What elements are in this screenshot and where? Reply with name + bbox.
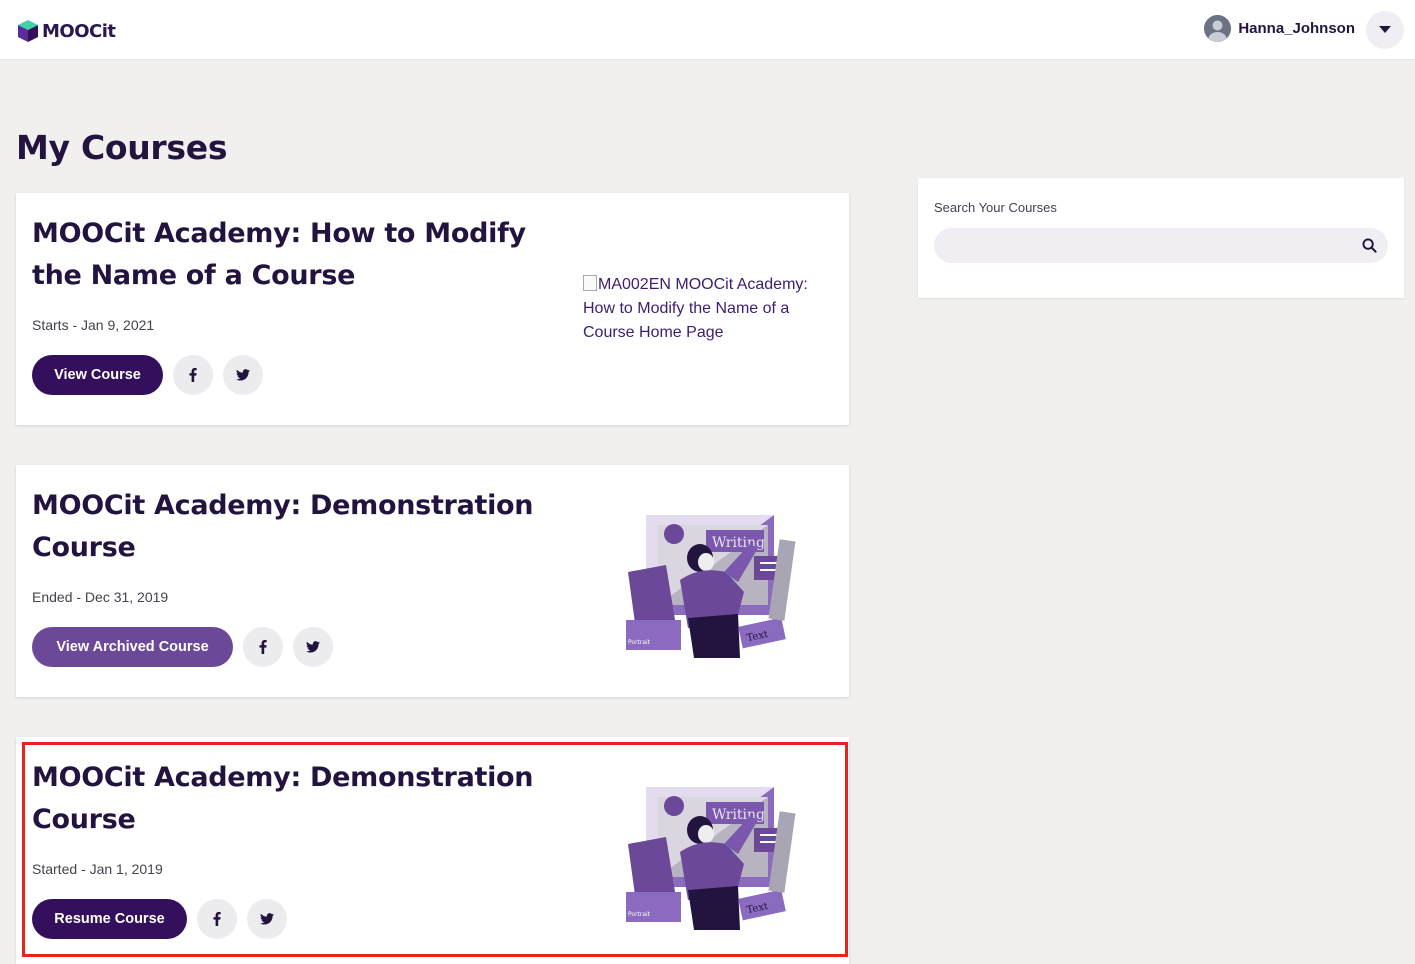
twitter-icon bbox=[236, 369, 250, 381]
course-illustration: Writing Portrait Text bbox=[626, 787, 796, 930]
course-date: Started - Jan 1, 2019 bbox=[32, 861, 163, 877]
view-archived-course-button[interactable]: View Archived Course bbox=[32, 627, 233, 667]
course-title[interactable]: MOOCit Academy: Demonstration Course bbox=[32, 485, 552, 569]
facebook-icon bbox=[259, 640, 267, 654]
course-image-broken: MA002EN MOOCit Academy: How to Modify th… bbox=[583, 273, 833, 345]
course-card: MOOCit Academy: Demonstration Course Sta… bbox=[16, 737, 849, 964]
facebook-share-button[interactable] bbox=[243, 627, 283, 667]
course-title[interactable]: MOOCit Academy: How to Modify the Name o… bbox=[32, 213, 552, 297]
top-navigation-bar: MOOCit Hanna_Johnson bbox=[0, 0, 1415, 60]
illustration-portrait-label: Portrait bbox=[628, 639, 651, 646]
user-dropdown-button[interactable] bbox=[1366, 11, 1404, 49]
twitter-icon bbox=[306, 641, 320, 653]
view-course-button[interactable]: View Course bbox=[32, 355, 163, 395]
facebook-share-button[interactable] bbox=[197, 899, 237, 939]
course-date: Starts - Jan 9, 2021 bbox=[32, 317, 155, 333]
twitter-icon bbox=[260, 913, 274, 925]
twitter-share-button[interactable] bbox=[293, 627, 333, 667]
chevron-down-icon bbox=[1379, 26, 1391, 33]
course-card: MOOCit Academy: How to Modify the Name o… bbox=[16, 193, 849, 425]
username: Hanna_Johnson bbox=[1238, 20, 1355, 37]
search-label: Search Your Courses bbox=[934, 200, 1057, 215]
user-menu[interactable]: Hanna_Johnson bbox=[1204, 15, 1355, 42]
page-title: My Courses bbox=[16, 128, 228, 167]
course-card: MOOCit Academy: Demonstration Course End… bbox=[16, 465, 849, 697]
course-date: Ended - Dec 31, 2019 bbox=[32, 589, 169, 605]
facebook-share-button[interactable] bbox=[173, 355, 213, 395]
facebook-icon bbox=[213, 912, 221, 926]
search-icon[interactable] bbox=[1362, 238, 1377, 253]
course-illustration: Writing Portrait Text bbox=[626, 515, 796, 658]
twitter-share-button[interactable] bbox=[247, 899, 287, 939]
twitter-share-button[interactable] bbox=[223, 355, 263, 395]
facebook-icon bbox=[189, 368, 197, 382]
moocit-logo-icon bbox=[18, 20, 38, 42]
moocit-logo[interactable]: MOOCit bbox=[16, 18, 116, 44]
course-image-alt-text: MA002EN MOOCit Academy: How to Modify th… bbox=[583, 276, 808, 341]
course-title[interactable]: MOOCit Academy: Demonstration Course bbox=[32, 757, 552, 841]
resume-course-button[interactable]: Resume Course bbox=[32, 899, 187, 939]
illustration-portrait-label: Portrait bbox=[628, 911, 651, 918]
search-panel: Search Your Courses bbox=[918, 178, 1404, 298]
search-input[interactable] bbox=[934, 228, 1388, 263]
logo-text: MOOCit bbox=[42, 20, 116, 42]
broken-image-icon bbox=[583, 275, 597, 291]
user-avatar-icon bbox=[1204, 15, 1232, 42]
